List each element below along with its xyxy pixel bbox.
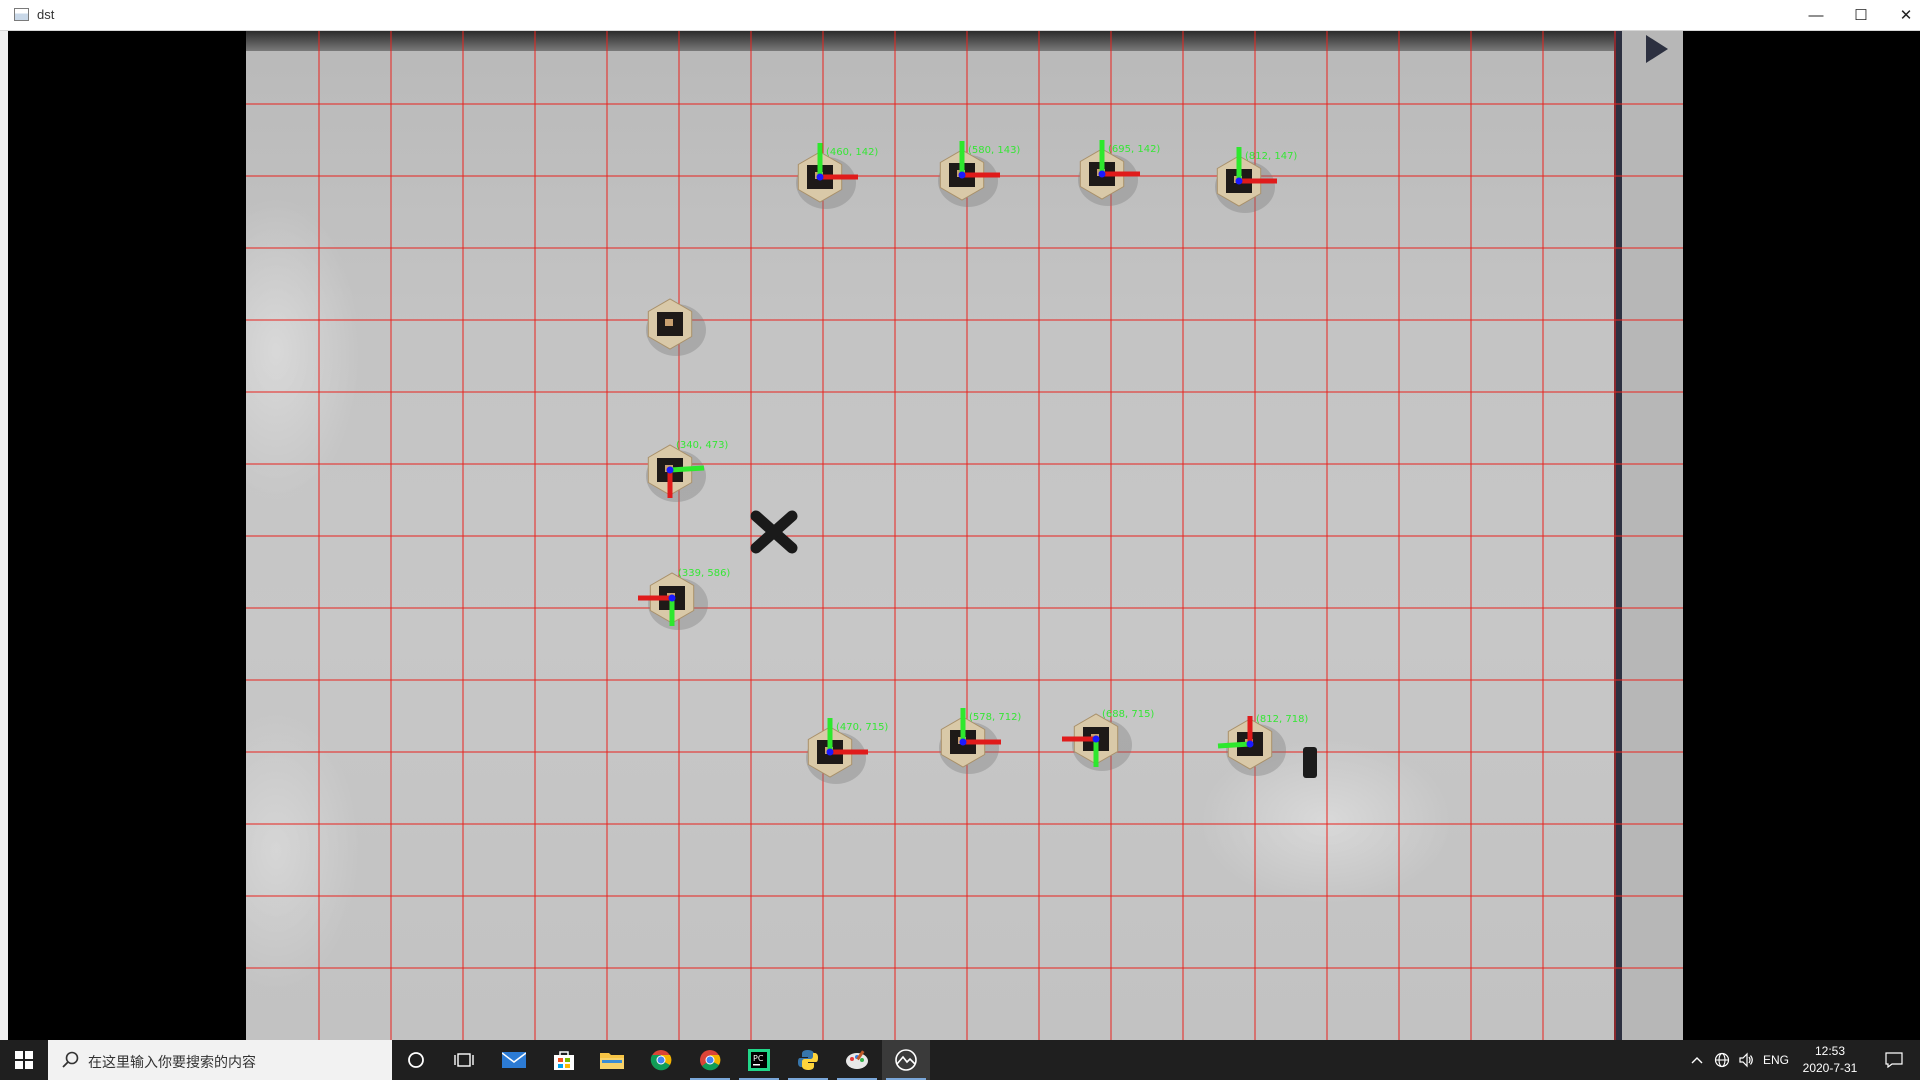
x-mark-icon <box>750 510 798 554</box>
window-app-icon <box>14 8 29 21</box>
cortana-icon[interactable] <box>392 1040 440 1080</box>
python-icon[interactable] <box>784 1040 832 1080</box>
svg-text:PC: PC <box>753 1054 764 1063</box>
aruco-marker: (812, 718) <box>1217 714 1308 776</box>
windows-logo-icon <box>15 1051 33 1069</box>
chrome-icon-2[interactable] <box>686 1040 734 1080</box>
marker-coordinate-label: (688, 715) <box>1102 709 1154 720</box>
chrome-icon[interactable] <box>637 1040 685 1080</box>
aruco-marker <box>646 298 706 356</box>
task-view-icon[interactable] <box>440 1040 488 1080</box>
pycharm-icon[interactable]: PC <box>735 1040 783 1080</box>
aruco-marker: (688, 715) <box>1062 709 1154 771</box>
marker-coordinate-label: (339, 586) <box>678 568 730 579</box>
maximize-button[interactable]: ☐ <box>1838 0 1884 30</box>
marker-coordinate-label: (460, 142) <box>826 147 878 158</box>
marker-coordinate-label: (812, 718) <box>1256 714 1308 725</box>
store-icon[interactable] <box>540 1040 588 1080</box>
aruco-marker: (812, 147) <box>1215 147 1297 213</box>
window-title: dst <box>37 7 55 22</box>
z-axis-dot <box>816 173 824 181</box>
search-placeholder: 在这里输入你要搜索的内容 <box>88 1055 256 1071</box>
marker-coordinate-label: (470, 715) <box>836 722 888 733</box>
z-axis-dot <box>1092 735 1100 743</box>
minimize-button[interactable]: — <box>1793 0 1839 30</box>
aruco-marker: (580, 143) <box>938 141 1020 207</box>
z-axis-dot <box>826 748 834 756</box>
aruco-markers: (460, 142) (580, 143) (695, 142) (812, 147)… <box>638 140 1308 784</box>
aruco-marker: (340, 473) <box>646 440 728 502</box>
aruco-marker: (470, 715) <box>806 718 888 784</box>
aruco-marker: (695, 142) <box>1078 140 1160 206</box>
marker-coordinate-label: (578, 712) <box>969 712 1021 723</box>
aruco-marker: (339, 586) <box>638 568 730 630</box>
show-hidden-icons-chevron-icon[interactable] <box>1688 1040 1706 1080</box>
dark-object <box>1303 747 1317 778</box>
marker-coordinate-label: (812, 147) <box>1245 151 1297 162</box>
z-axis-dot <box>959 738 967 746</box>
z-axis-dot <box>958 171 966 179</box>
clock-date: 2020-7-31 <box>1802 1061 1858 1075</box>
mail-icon[interactable] <box>490 1040 538 1080</box>
marker-coordinate-label: (695, 142) <box>1108 144 1160 155</box>
search-icon <box>62 1051 79 1068</box>
z-axis-dot <box>666 466 674 474</box>
taskbar: 在这里输入你要搜索的内容 PC ENG 12:53 2020-7-31 <box>0 1040 1920 1080</box>
y-axis-line <box>1217 741 1251 749</box>
z-axis-dot <box>1098 170 1106 178</box>
notification-center-icon[interactable] <box>1872 1040 1916 1080</box>
detection-overlay: (460, 142) (580, 143) (695, 142) (812, 147)… <box>246 31 1683 1040</box>
z-axis-dot <box>668 594 676 602</box>
z-axis-dot <box>1235 177 1243 185</box>
start-button[interactable] <box>0 1040 48 1080</box>
marker-coordinate-label: (580, 143) <box>968 145 1020 156</box>
window-titlebar: dst — ☐ ✕ <box>0 0 1920 31</box>
aruco-marker: (578, 712) <box>939 708 1021 774</box>
file-explorer-icon[interactable] <box>588 1040 636 1080</box>
paint-icon[interactable] <box>833 1040 881 1080</box>
marker-pattern-cell <box>665 319 673 326</box>
taskbar-search-box[interactable]: 在这里输入你要搜索的内容 <box>48 1040 392 1080</box>
clock-time: 12:53 <box>1814 1044 1846 1058</box>
marker-coordinate-label: (340, 473) <box>676 440 728 451</box>
opencv-window-icon[interactable] <box>882 1040 930 1080</box>
volume-icon[interactable] <box>1734 1040 1758 1080</box>
network-globe-icon[interactable] <box>1710 1040 1734 1080</box>
z-axis-dot <box>1246 740 1254 748</box>
y-axis-line <box>669 465 705 473</box>
taskbar-clock[interactable]: 12:53 2020-7-31 <box>1788 1043 1872 1077</box>
camera-image: (460, 142) (580, 143) (695, 142) (812, 147)… <box>246 31 1683 1040</box>
close-button[interactable]: ✕ <box>1883 0 1920 30</box>
window-left-border <box>0 31 8 1040</box>
